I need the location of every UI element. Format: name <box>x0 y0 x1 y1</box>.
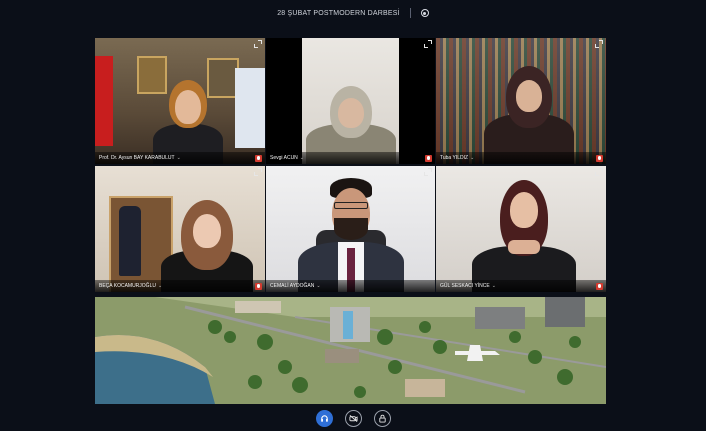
participant-video <box>484 66 574 164</box>
mic-muted-icon <box>255 155 262 162</box>
participant-name-bar: BEÇA KOCAMURJOĞLU ⌄ <box>95 280 265 292</box>
beard <box>334 218 368 240</box>
chevron-down-icon[interactable]: ⌄ <box>300 155 304 161</box>
participant-name-bar: GÜL SESKACI YİNCE ⌄ <box>436 280 606 292</box>
participant-name: BEÇA KOCAMURJOĞLU <box>99 283 156 289</box>
expand-icon[interactable] <box>254 168 262 176</box>
hanging-coat <box>119 206 141 276</box>
chevron-down-icon[interactable]: ⌄ <box>470 155 474 161</box>
mic-muted-icon <box>255 283 262 290</box>
lock-icon[interactable] <box>373 409 391 427</box>
expand-icon[interactable] <box>424 168 432 176</box>
mic-muted-icon <box>425 155 432 162</box>
headset-icon[interactable] <box>315 409 333 427</box>
participant-video <box>472 180 576 292</box>
call-controls <box>0 405 706 431</box>
hands <box>508 240 540 254</box>
mic-muted-icon <box>596 155 603 162</box>
participant-video <box>161 200 253 292</box>
mic-muted-icon <box>596 283 603 290</box>
participant-name: Sevgi ACUN <box>270 155 298 161</box>
meeting-header: 28 ŞUBAT POSTMODERN DARBESİ <box>0 0 706 26</box>
camera-off-icon[interactable] <box>344 409 362 427</box>
participant-name-bar: Tuba YILDIZ ⌄ <box>436 152 606 164</box>
expand-icon[interactable] <box>595 168 603 176</box>
participant-tile-6[interactable]: GÜL SESKACI YİNCE ⌄ <box>436 166 606 292</box>
participant-name-bar: Prof. Dr. Aysun BAY KARABULUT ⌄ <box>95 152 265 164</box>
shared-screen[interactable] <box>95 297 606 404</box>
participant-tile-5[interactable]: CEMALİ AYDOĞAN ⌄ <box>266 166 435 292</box>
meeting-title: 28 ŞUBAT POSTMODERN DARBESİ <box>277 9 400 17</box>
participant-tile-1[interactable]: Prof. Dr. Aysun BAY KARABULUT ⌄ <box>95 38 265 164</box>
expand-icon[interactable] <box>595 40 603 48</box>
expand-icon[interactable] <box>424 40 432 48</box>
participant-tile-4[interactable]: BEÇA KOCAMURJOĞLU ⌄ <box>95 166 265 292</box>
aerial-view-image <box>95 297 606 404</box>
glasses <box>334 202 368 209</box>
participant-name: GÜL SESKACI YİNCE <box>440 283 490 289</box>
header-divider <box>409 8 411 18</box>
expand-icon[interactable] <box>254 40 262 48</box>
flag-image <box>95 56 113 146</box>
participant-video <box>298 178 404 292</box>
participant-tile-2[interactable]: Sevgi ACUN ⌄ <box>266 38 435 164</box>
chevron-down-icon[interactable]: ⌄ <box>177 155 181 161</box>
participant-tile-3[interactable]: Tuba YILDIZ ⌄ <box>436 38 606 164</box>
record-icon[interactable] <box>420 9 429 17</box>
participant-name: CEMALİ AYDOĞAN <box>270 283 315 289</box>
chevron-down-icon[interactable]: ⌄ <box>158 283 162 289</box>
participant-name: Tuba YILDIZ <box>440 155 469 161</box>
chevron-down-icon[interactable]: ⌄ <box>492 283 496 289</box>
participant-name: Prof. Dr. Aysun BAY KARABULUT <box>99 155 175 161</box>
chevron-down-icon[interactable]: ⌄ <box>316 283 320 289</box>
participant-name-bar: Sevgi ACUN ⌄ <box>266 152 435 164</box>
participant-name-bar: CEMALİ AYDOĞAN ⌄ <box>266 280 435 292</box>
banner-image <box>235 68 265 148</box>
